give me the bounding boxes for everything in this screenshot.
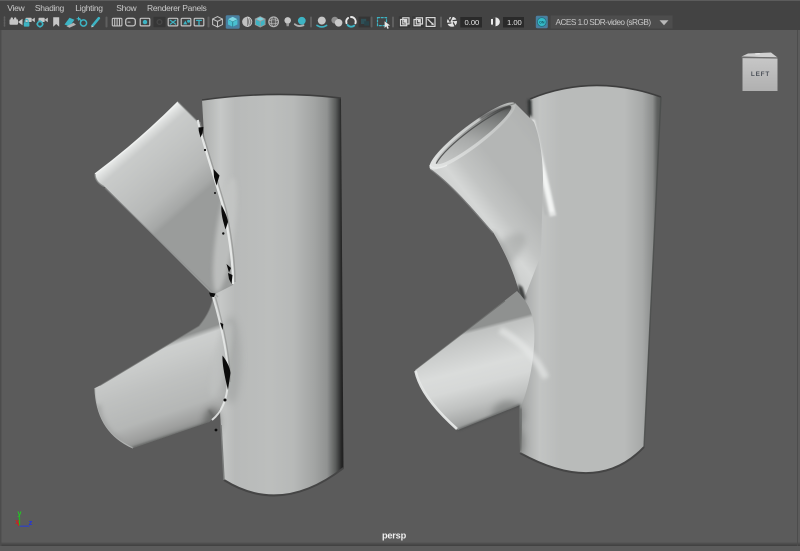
svg-text:persp: persp [382, 531, 407, 541]
svg-text:z: z [29, 518, 33, 527]
svg-text:0.00: 0.00 [465, 18, 480, 27]
svg-text:ON: ON [539, 20, 545, 24]
svg-text:ACES 1.0 SDR-video (sRGB): ACES 1.0 SDR-video (sRGB) [556, 17, 652, 27]
svg-text:1.00: 1.00 [507, 18, 522, 27]
svg-text:LEFT: LEFT [751, 71, 770, 78]
